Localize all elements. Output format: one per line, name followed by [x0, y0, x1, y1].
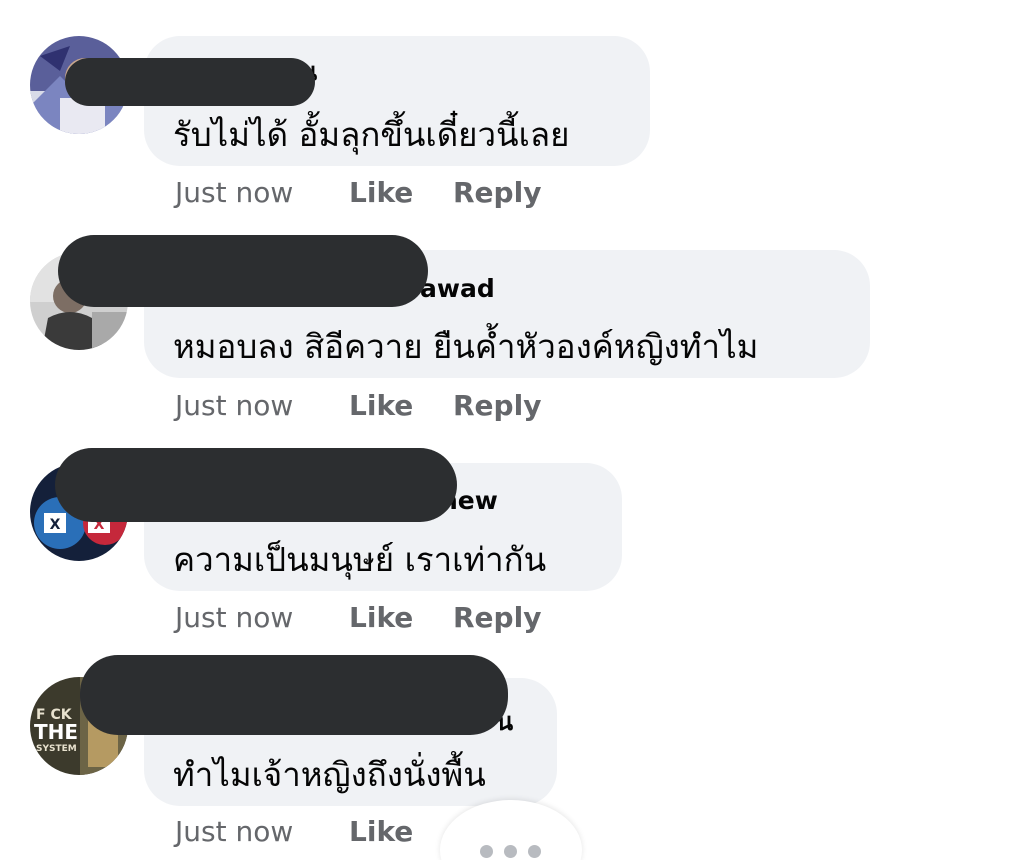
svg-text:X: X — [50, 517, 61, 533]
name-redaction — [58, 235, 428, 307]
comment-text: หมอบลง สิอีควาย ยืนค้ำหัวองค์หญิงทำไม — [173, 327, 759, 366]
like-button[interactable]: Like — [349, 601, 413, 634]
like-button[interactable]: Like — [349, 176, 413, 209]
comment-text: ทำไมเจ้าหญิงถึงนั่งพื้น — [173, 755, 486, 794]
like-button[interactable]: Like — [349, 815, 413, 848]
avatar-text: THE — [34, 720, 78, 744]
reply-button[interactable]: Reply — [453, 601, 541, 634]
like-button[interactable]: Like — [349, 389, 413, 422]
reply-button[interactable]: Reply — [453, 389, 541, 422]
comment-timestamp[interactable]: Just now — [175, 815, 293, 848]
comment-text: รับไม่ได้ อั้มลุกขึ้นเดี๋ยวนี้เลย — [173, 115, 570, 154]
name-redaction — [65, 58, 315, 106]
comment-text: ความเป็นมนุษย์ เราเท่ากัน — [173, 540, 547, 579]
comment-thread: น รับไม่ได้ อั้มลุกขึ้นเดี๋ยวนี้เลย Just… — [0, 0, 1024, 860]
comment-timestamp[interactable]: Just now — [175, 389, 293, 422]
comment-timestamp[interactable]: Just now — [175, 601, 293, 634]
comment-timestamp[interactable]: Just now — [175, 176, 293, 209]
more-options-button[interactable] — [440, 800, 582, 860]
name-redaction — [55, 448, 457, 522]
reply-button[interactable]: Reply — [453, 176, 541, 209]
name-redaction — [80, 655, 508, 735]
avatar-text: SYSTEM — [36, 744, 77, 754]
comment-author[interactable]: awad — [420, 274, 495, 303]
